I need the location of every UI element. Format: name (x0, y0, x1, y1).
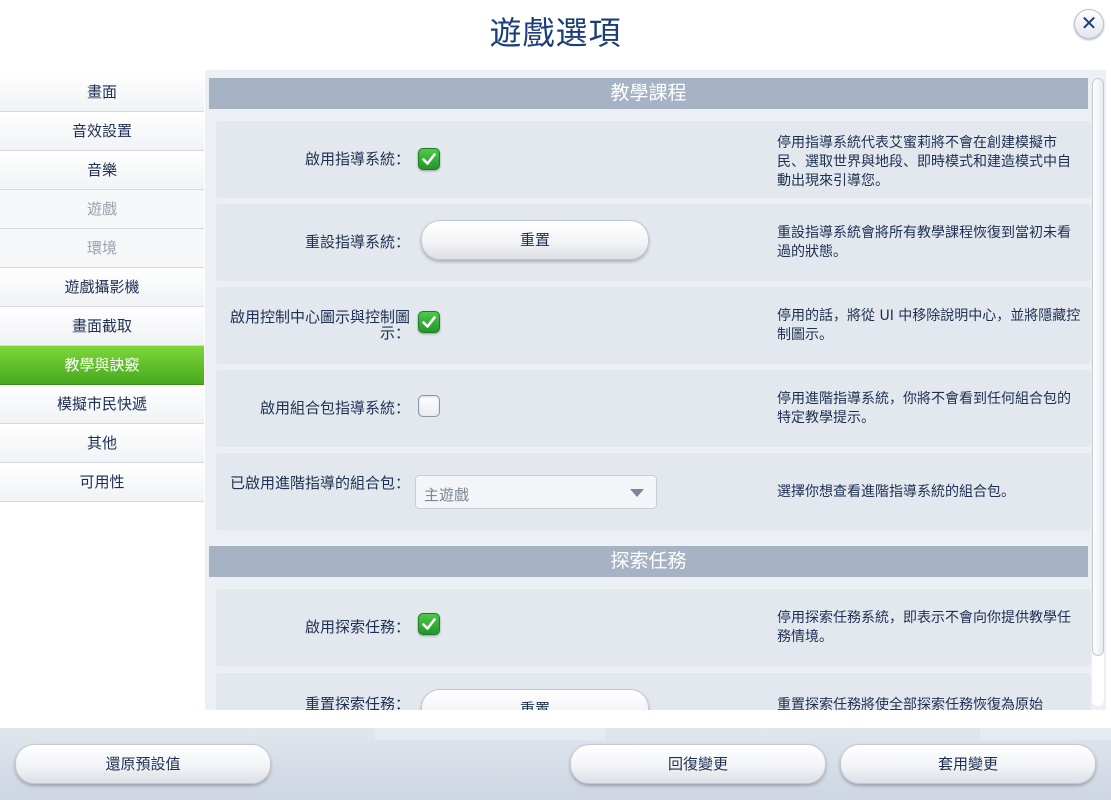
close-button[interactable]: ✕ (1074, 9, 1104, 39)
sidebar-item-graphics[interactable]: 畫面 (0, 73, 204, 112)
enable-help-icons-checkbox[interactable] (418, 311, 440, 333)
sidebar-item-environment[interactable]: 環境 (0, 229, 204, 268)
sidebar-item-tutorials[interactable]: 教學與訣竅 (0, 346, 204, 385)
sidebar-item-music[interactable]: 音樂 (0, 151, 204, 190)
setting-row-advanced-pack: 已啟用進階指導的組合包： 主遊戲 選擇你想查看進階指導系統的組合包。 (216, 453, 1091, 530)
section-header-tutorial: 教學課程 (209, 78, 1088, 109)
setting-label: 重設指導系統： (304, 233, 410, 251)
checkmark-icon (422, 153, 436, 165)
sidebar-item-other[interactable]: 其他 (0, 424, 204, 463)
revert-changes-button[interactable]: 回復變更 (570, 744, 826, 784)
setting-row-reset-tutorial: 重設指導系統： 重置 重設指導系統會將所有教學課程恢復到當初未看過的狀態。 (216, 204, 1091, 281)
reset-quests-button[interactable]: 重置 (421, 689, 649, 710)
select-value: 主遊戲 (424, 486, 470, 504)
setting-description: 重設指導系統會將所有教學課程恢復到當初未看過的狀態。 (777, 225, 1071, 260)
setting-row-enable-tutorial: 啟用指導系統： 停用指導系統代表艾蜜莉將不會在創建模擬市民、選取世界與地段、即時… (216, 121, 1091, 198)
dialog-title: 遊戲選項 (489, 14, 622, 52)
setting-label: 啟用組合包指導系統： (259, 399, 410, 417)
setting-label: 啟用指導系統： (304, 150, 410, 168)
section-header-quests: 探索任務 (209, 546, 1088, 577)
setting-label: 重置探索任務： (304, 695, 410, 710)
setting-description: 停用探索任務系統，即表示不會向你提供教學任務情境。 (777, 610, 1071, 645)
setting-description: 停用指導系統代表艾蜜莉將不會在創建模擬市民、選取世界與地段、即時模式和建造模式中… (777, 135, 1071, 189)
pack-select-dropdown[interactable]: 主遊戲 (415, 475, 657, 509)
enable-tutorial-checkbox[interactable] (418, 148, 440, 170)
sidebar-item-accessibility[interactable]: 可用性 (0, 463, 204, 502)
scrollbar-thumb[interactable] (1092, 78, 1104, 656)
chevron-down-icon (630, 489, 644, 497)
apply-changes-button[interactable]: 套用變更 (840, 744, 1096, 784)
sidebar-item-audio[interactable]: 音效設置 (0, 112, 204, 151)
checkmark-icon (422, 316, 436, 328)
setting-row-reset-quests: 重置探索任務： 重置 重置探索任務將使全部探索任務恢復為原始 (216, 673, 1091, 710)
sidebar-item-screenshot[interactable]: 畫面截取 (0, 307, 204, 346)
setting-description: 停用進階指導系統，你將不會看到任何組合包的特定教學提示。 (777, 391, 1071, 426)
sidebar-item-gameplay[interactable]: 遊戲 (0, 190, 204, 229)
footer-shadow (980, 728, 1111, 740)
restore-defaults-button[interactable]: 還原預設值 (15, 744, 271, 784)
close-icon: ✕ (1080, 11, 1098, 35)
scrollbar-track[interactable] (1092, 78, 1104, 706)
sidebar-item-simsdelivery[interactable]: 模擬市民快遞 (0, 385, 204, 424)
setting-row-enable-help-icons: 啟用控制中心圖示與控制圖示： 停用的話，將從 UI 中移除說明中心，並將隱藏控制… (216, 287, 1091, 364)
sidebar-nav: 畫面 音效設置 音樂 遊戲 環境 遊戲攝影機 畫面截取 教學與訣竅 模擬市民快遞… (0, 73, 204, 502)
setting-row-enable-quests: 啟用探索任務： 停用探索任務系統，即表示不會向你提供教學任務情境。 (216, 589, 1091, 666)
checkmark-icon (422, 618, 436, 630)
enable-pack-tutorial-checkbox[interactable] (418, 395, 440, 417)
setting-label: 啟用控制中心圖示與控制圖示： (230, 308, 411, 342)
enable-quests-checkbox[interactable] (418, 613, 440, 635)
setting-description: 選擇你想查看進階指導系統的組合包。 (777, 484, 1015, 500)
setting-description: 停用的話，將從 UI 中移除說明中心，並將隱藏控制圖示。 (777, 308, 1081, 343)
reset-tutorial-button[interactable]: 重置 (421, 220, 649, 260)
setting-row-enable-pack-tutorial: 啟用組合包指導系統： 停用進階指導系統，你將不會看到任何組合包的特定教學提示。 (216, 370, 1091, 447)
settings-panel[interactable]: 教學課程 啟用指導系統： 停用指導系統代表艾蜜莉將不會在創建模擬市民、選取世界與… (205, 70, 1106, 710)
setting-label: 啟用探索任務： (304, 618, 410, 636)
footer-shadow (375, 728, 605, 740)
sidebar-item-camera[interactable]: 遊戲攝影機 (0, 268, 204, 307)
setting-description: 重置探索任務將使全部探索任務恢復為原始 (777, 697, 1043, 710)
setting-label: 已啟用進階指導的組合包： (230, 474, 411, 492)
